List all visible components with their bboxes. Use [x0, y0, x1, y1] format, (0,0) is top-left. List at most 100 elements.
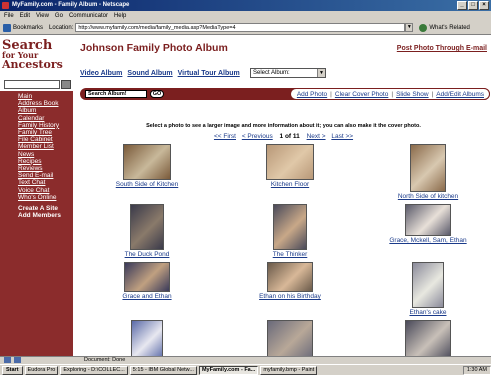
- photo-caption[interactable]: Grace and Ethan: [122, 293, 171, 300]
- nav-address-book[interactable]: Address Book: [18, 100, 73, 107]
- sound-album-link[interactable]: Sound Album: [127, 70, 172, 77]
- video-album-link[interactable]: Video Album: [80, 70, 122, 77]
- photo-item[interactable]: Ethan on his Birthday: [250, 262, 330, 300]
- add-edit-albums-link[interactable]: Add/Edit Albums: [436, 91, 484, 98]
- menu-help[interactable]: Help: [114, 11, 126, 21]
- nav-voice-chat[interactable]: Voice Chat: [18, 187, 73, 194]
- nav-family-tree[interactable]: Family Tree: [18, 129, 73, 136]
- nav-member-list[interactable]: Member List: [18, 143, 73, 150]
- photo-item[interactable]: [107, 320, 187, 356]
- sidebar-search-button[interactable]: [61, 80, 71, 89]
- nav-file-cabinet[interactable]: File Cabinet: [18, 136, 73, 143]
- taskbar-item[interactable]: 5:15 - IBM Global Netw...: [129, 365, 197, 375]
- nav-text-chat[interactable]: Text Chat: [18, 179, 73, 186]
- photo-caption[interactable]: South Side of Kitchen: [116, 181, 179, 188]
- photo-caption[interactable]: Ethan's cake: [409, 309, 446, 316]
- photo-thumbnail[interactable]: [273, 204, 307, 250]
- logo-line-3: Ancestors: [2, 58, 63, 71]
- photo-item[interactable]: North Side of kitchen: [388, 144, 468, 200]
- pager-last[interactable]: Last >>: [331, 133, 353, 140]
- menu-go[interactable]: Go: [55, 11, 63, 21]
- taskbar-item-active[interactable]: MyFamily.com - Fa...: [198, 365, 259, 375]
- select-album-dropdown[interactable]: Select Album: ▼: [250, 68, 326, 78]
- photo-caption[interactable]: Kitchen Floor: [271, 181, 309, 188]
- photo-item[interactable]: South Side of Kitchen: [107, 144, 187, 188]
- photo-thumbnail[interactable]: [410, 144, 446, 192]
- photo-thumbnail[interactable]: [123, 144, 171, 180]
- bookmarks-button[interactable]: Bookmarks: [3, 23, 43, 32]
- nav-create-site[interactable]: Create A Site: [18, 205, 73, 212]
- photo-thumbnail[interactable]: [267, 320, 313, 356]
- photo-item[interactable]: Grace, Mckell, Sam, Ethan: [388, 204, 468, 244]
- photo-thumbnail[interactable]: [131, 320, 163, 356]
- photo-item[interactable]: [388, 320, 468, 356]
- photo-thumbnail[interactable]: [405, 320, 451, 356]
- pager-first[interactable]: << First: [214, 133, 236, 140]
- sidebar: Search for Your Ancestors Main Address B…: [0, 36, 73, 356]
- sidebar-nav: Main Address Book Album Calendar Family …: [0, 91, 73, 356]
- nav-recipes[interactable]: Recipes: [18, 158, 73, 165]
- netscape-icon: [2, 2, 9, 9]
- location-label: Location:: [49, 24, 74, 31]
- album-search-input[interactable]: Search Album!: [85, 90, 147, 98]
- photo-thumbnail[interactable]: [267, 262, 313, 292]
- photo-caption[interactable]: Grace, Mckell, Sam, Ethan: [389, 237, 466, 244]
- nav-whos-online[interactable]: Who's Online: [18, 194, 73, 201]
- menu-view[interactable]: View: [36, 11, 49, 21]
- menu-edit[interactable]: Edit: [20, 11, 30, 21]
- security-icon[interactable]: [4, 357, 11, 363]
- pager-next[interactable]: Next >: [307, 133, 326, 140]
- photo-caption[interactable]: The Thinker: [273, 251, 308, 258]
- virtual-tour-album-link[interactable]: Virtual Tour Album: [178, 70, 240, 77]
- nav-main[interactable]: Main: [18, 93, 73, 100]
- maximize-button[interactable]: □: [468, 1, 478, 10]
- album-actions: Add Photo | Clear Cover Photo | Slide Sh…: [289, 88, 490, 100]
- photo-caption[interactable]: The Duck Pond: [125, 251, 170, 258]
- nav-send-email[interactable]: Send E-mail: [18, 172, 73, 179]
- search-ancestors-logo[interactable]: Search for Your Ancestors: [2, 39, 72, 80]
- pager-previous[interactable]: < Previous: [242, 133, 273, 140]
- menu-file[interactable]: File: [4, 11, 14, 21]
- slide-show-link[interactable]: Slide Show: [396, 91, 429, 98]
- photo-thumbnail[interactable]: [412, 262, 444, 308]
- photo-thumbnail[interactable]: [124, 262, 170, 292]
- url-field[interactable]: http://www.myfamily.com/media/family_med…: [75, 23, 406, 32]
- start-button[interactable]: Start: [2, 365, 23, 375]
- close-button[interactable]: ×: [479, 1, 489, 10]
- menu-communicator[interactable]: Communicator: [69, 11, 108, 21]
- photo-item[interactable]: Kitchen Floor: [250, 144, 330, 188]
- nav-album[interactable]: Album: [18, 107, 73, 114]
- status-text: Document: Done: [84, 357, 126, 363]
- pager-count: 1 of 11: [279, 133, 300, 140]
- nav-family-history[interactable]: Family History: [18, 122, 73, 129]
- add-photo-link[interactable]: Add Photo: [297, 91, 327, 98]
- post-photo-email-link[interactable]: Post Photo Through E-mail: [397, 45, 487, 52]
- photo-caption[interactable]: Ethan on his Birthday: [259, 293, 321, 300]
- sidebar-search-input[interactable]: [4, 80, 60, 89]
- nav-reviews[interactable]: Reviews: [18, 165, 73, 172]
- clear-cover-photo-link[interactable]: Clear Cover Photo: [335, 91, 388, 98]
- photo-item[interactable]: [250, 320, 330, 356]
- taskbar-item[interactable]: myfamily.bmp - Paint: [260, 365, 318, 375]
- photo-item[interactable]: Grace and Ethan: [107, 262, 187, 300]
- minimize-button[interactable]: _: [457, 1, 467, 10]
- whats-related-button[interactable]: What's Related: [419, 23, 470, 32]
- photo-item[interactable]: Ethan's cake: [388, 262, 468, 316]
- photo-item[interactable]: The Thinker: [250, 204, 330, 258]
- nav-add-members[interactable]: Add Members: [18, 212, 73, 219]
- taskbar-item[interactable]: Eudora Pro: [24, 365, 59, 375]
- nav-calendar[interactable]: Calendar: [18, 115, 73, 122]
- window-titlebar: MyFamily.com - Family Album - Netscape _…: [0, 0, 491, 11]
- url-dropdown-arrow[interactable]: ▼: [405, 23, 414, 32]
- album-search-go-button[interactable]: GO: [150, 90, 164, 98]
- photo-thumbnail[interactable]: [405, 204, 451, 236]
- instruction-text: Select a photo to see a larger image and…: [146, 123, 421, 129]
- nav-news[interactable]: News: [18, 151, 73, 158]
- chevron-down-icon: ▼: [317, 69, 325, 77]
- photo-thumbnail[interactable]: [266, 144, 314, 180]
- component-icon[interactable]: [14, 357, 21, 363]
- photo-caption[interactable]: North Side of kitchen: [398, 193, 458, 200]
- photo-item[interactable]: The Duck Pond: [107, 204, 187, 258]
- taskbar-item[interactable]: Exploring - D:\COLLEC...: [60, 365, 128, 375]
- photo-thumbnail[interactable]: [130, 204, 164, 250]
